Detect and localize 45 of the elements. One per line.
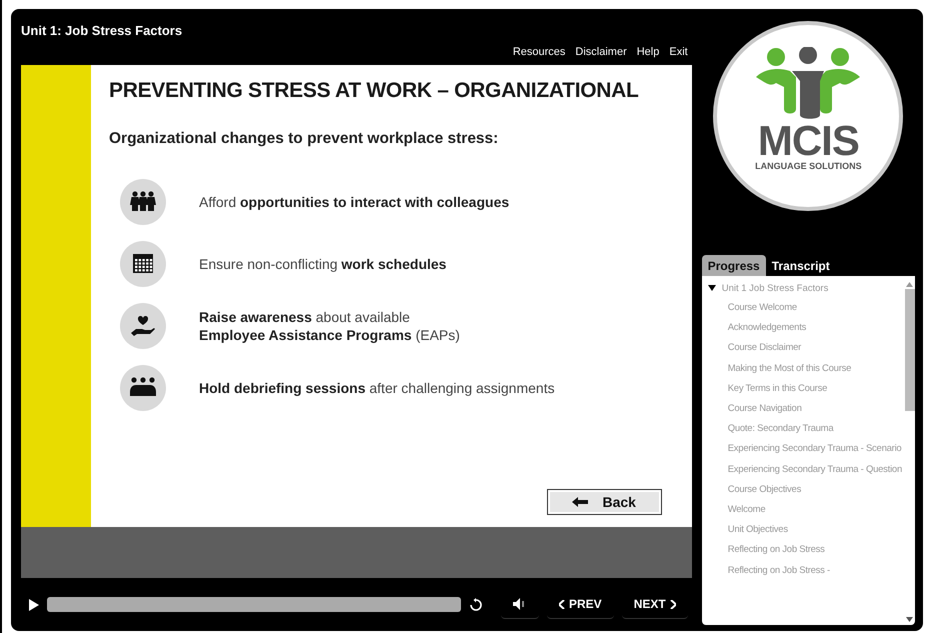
progress-item[interactable]: Key Terms in this Course bbox=[708, 378, 902, 400]
chevron-right-icon bbox=[670, 600, 676, 608]
calendar-icon bbox=[120, 240, 166, 286]
bullet-text: Ensure non-conflicting work schedules bbox=[199, 254, 446, 272]
header-link[interactable]: Help bbox=[636, 46, 660, 58]
play-icon[interactable] bbox=[29, 598, 39, 610]
progress-item[interactable]: Making the Most of this Course bbox=[708, 358, 902, 379]
logo-tagline: LANGUAGE SOLUTIONS bbox=[755, 161, 862, 171]
back-button[interactable]: Back bbox=[546, 489, 662, 515]
progress-item[interactable]: Course Navigation bbox=[708, 399, 902, 420]
scrollbar-thumb[interactable] bbox=[904, 289, 914, 411]
scroll-up-icon[interactable] bbox=[906, 282, 913, 287]
progress-item[interactable]: Course Welcome bbox=[708, 298, 902, 318]
tree-node-label: Unit 1 Job Stress Factors bbox=[722, 282, 828, 294]
scroll-down-icon[interactable] bbox=[906, 617, 913, 622]
left-arrow-icon bbox=[572, 497, 588, 507]
tree-node[interactable]: Unit 1 Job Stress Factors bbox=[708, 278, 902, 298]
slide-subheading: Organizational changes to prevent workplace stress: bbox=[109, 130, 500, 148]
replay-icon[interactable] bbox=[469, 598, 483, 612]
course-title: Unit 1: Job Stress Factors bbox=[21, 23, 182, 38]
header-link[interactable]: Disclaimer bbox=[575, 46, 627, 58]
progress-item[interactable]: Quote: Secondary Trauma bbox=[708, 419, 902, 440]
progress-item[interactable]: Unit Objectives bbox=[708, 520, 902, 540]
caret-down-icon[interactable] bbox=[708, 285, 716, 291]
group-meeting-icon bbox=[120, 364, 166, 410]
progress-item[interactable]: Reflecting on Job Stress bbox=[708, 540, 902, 561]
logo-wordmark: MCIS bbox=[758, 121, 859, 161]
progress-item[interactable]: Reflecting on Job Stress - bbox=[708, 560, 902, 581]
bullet-text: Hold debriefing sessions after challenging assignments bbox=[199, 378, 555, 396]
chevron-left-icon bbox=[559, 600, 565, 608]
heart-in-hand-icon bbox=[120, 302, 166, 348]
bullet-text: Raise awareness about available Employee Assistance Programs (EAPs) bbox=[199, 308, 460, 344]
bullet-text: Afford opportunities to interact with colleagues bbox=[199, 192, 510, 210]
header-link[interactable]: Exit bbox=[669, 46, 688, 58]
progress-item[interactable]: Welcome bbox=[708, 500, 902, 520]
progress-item[interactable]: Acknowledgements bbox=[708, 318, 902, 338]
slide-heading: PREVENTING STRESS AT WORK – ORGANIZATIONAL bbox=[109, 79, 640, 103]
speaker-icon bbox=[513, 598, 527, 610]
progress-item[interactable]: Experiencing Secondary Trauma - Scenario bbox=[708, 439, 902, 460]
panel-tab[interactable]: Progress bbox=[702, 255, 766, 276]
progress-item[interactable]: Experiencing Secondary Trauma - Question bbox=[708, 460, 902, 480]
progress-item[interactable]: Course Objectives bbox=[708, 480, 902, 500]
progress-item[interactable]: Course Disclaimer bbox=[708, 338, 902, 359]
header-link[interactable]: Resources bbox=[512, 46, 566, 58]
people-icon bbox=[120, 178, 166, 224]
